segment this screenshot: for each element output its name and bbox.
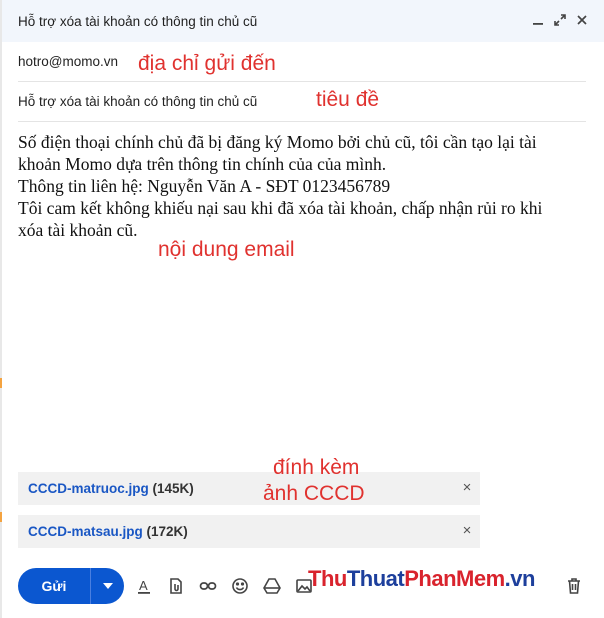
schedule-send-dropdown[interactable] (91, 583, 124, 589)
annotation-body: nội dung email (158, 238, 295, 261)
annotation-recipient: địa chỉ gửi đến (138, 52, 276, 75)
discard-icon[interactable] (566, 577, 582, 595)
svg-text:A: A (139, 578, 148, 593)
compose-titlebar[interactable]: Hỗ trợ xóa tài khoản có thông tin chủ cũ (2, 0, 604, 42)
subject-value: Hỗ trợ xóa tài khoản có thông tin chủ cũ (18, 94, 258, 109)
subject-field[interactable]: Hỗ trợ xóa tài khoản có thông tin chủ cũ (18, 82, 586, 122)
minimize-icon[interactable] (530, 12, 546, 28)
annotation-attach-line2: ảnh CCCD (263, 482, 365, 505)
attachment-chip[interactable]: CCCD-matruoc.jpg (145K) × (18, 472, 480, 505)
send-button[interactable]: Gửi (18, 578, 90, 594)
chevron-down-icon (102, 583, 113, 589)
format-text-icon[interactable]: A (132, 574, 156, 598)
left-edge-mark (0, 512, 2, 522)
compose-title: Hỗ trợ xóa tài khoản có thông tin chủ cũ (18, 14, 258, 29)
compose-window: Hỗ trợ xóa tài khoản có thông tin chủ cũ… (0, 0, 604, 618)
remove-attachment-icon[interactable]: × (460, 522, 474, 540)
left-edge (0, 0, 2, 618)
expand-icon[interactable] (552, 12, 568, 28)
attachment-chip[interactable]: CCCD-matsau.jpg (172K) × (18, 515, 480, 548)
attachment-size: (172K) (146, 524, 188, 539)
close-icon[interactable] (574, 12, 590, 28)
attachment-name: CCCD-matsau.jpg (28, 524, 143, 539)
body-line: Thông tin liên hệ: Nguyễn Văn A - SĐT 01… (18, 176, 391, 196)
left-edge-mark (0, 378, 2, 388)
recipient-value: hotro@momo.vn (18, 54, 118, 69)
send-button-group: Gửi (18, 568, 124, 604)
body-line: xóa tài khoản cũ. (18, 220, 138, 240)
body-line: khoản Momo dựa trên thông tin chính của … (18, 154, 387, 174)
compose-toolbar: A (132, 574, 316, 598)
watermark-logo: ThuThuatPhanMem.vn (308, 566, 535, 591)
attachment-name: CCCD-matruoc.jpg (28, 481, 149, 496)
annotation-subject: tiêu đề (316, 88, 380, 111)
attach-file-icon[interactable] (164, 574, 188, 598)
remove-attachment-icon[interactable]: × (460, 479, 474, 497)
annotation-attach-line1: đính kèm (273, 456, 360, 479)
insert-link-icon[interactable] (196, 574, 220, 598)
drive-icon[interactable] (260, 574, 284, 598)
recipient-field[interactable]: hotro@momo.vn (18, 42, 586, 82)
attachment-size: (145K) (152, 481, 194, 496)
message-body[interactable]: Số điện thoại chính chủ đã bị đăng ký Mo… (18, 131, 584, 241)
body-line: Tôi cam kết không khiếu nại sau khi đã x… (18, 198, 543, 218)
attachment-label[interactable]: CCCD-matruoc.jpg (145K) (28, 481, 194, 496)
body-line: Số điện thoại chính chủ đã bị đăng ký Mo… (18, 132, 537, 152)
emoji-icon[interactable] (228, 574, 252, 598)
attachment-label[interactable]: CCCD-matsau.jpg (172K) (28, 524, 188, 539)
